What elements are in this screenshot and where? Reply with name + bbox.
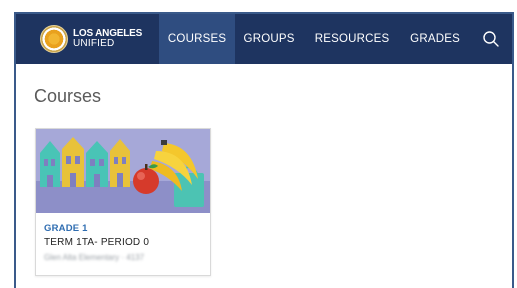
course-card-image [36,129,210,213]
search-icon [482,31,499,47]
nav-courses[interactable]: COURSES [159,14,236,64]
district-logo[interactable]: LOS ANGELES UNIFIED [40,14,159,64]
logo-text: LOS ANGELES UNIFIED [73,29,142,49]
app-frame: LOS ANGELES UNIFIED COURSES GROUPS RESOU… [14,12,514,288]
top-navbar: LOS ANGELES UNIFIED COURSES GROUPS RESOU… [16,14,512,64]
course-title: TERM 1TA- PERIOD 0 [44,237,150,248]
course-school: Glen Alta Elementary · 4137 [44,253,145,262]
course-card-body: GRADE 1 TERM 1TA- PERIOD 0 Glen Alta Ele… [36,213,210,262]
logo-line-2: UNIFIED [73,38,115,49]
course-grade-label: GRADE 1 [44,223,88,234]
page-title: Courses [34,86,102,106]
nav-groups[interactable]: GROUPS [235,14,303,64]
nav-resources[interactable]: RESOURCES [303,14,401,64]
district-seal-icon [40,25,68,53]
nav-grades[interactable]: GRADES [401,14,469,64]
search-button[interactable] [469,14,512,64]
course-card[interactable]: GRADE 1 TERM 1TA- PERIOD 0 Glen Alta Ele… [35,128,211,276]
